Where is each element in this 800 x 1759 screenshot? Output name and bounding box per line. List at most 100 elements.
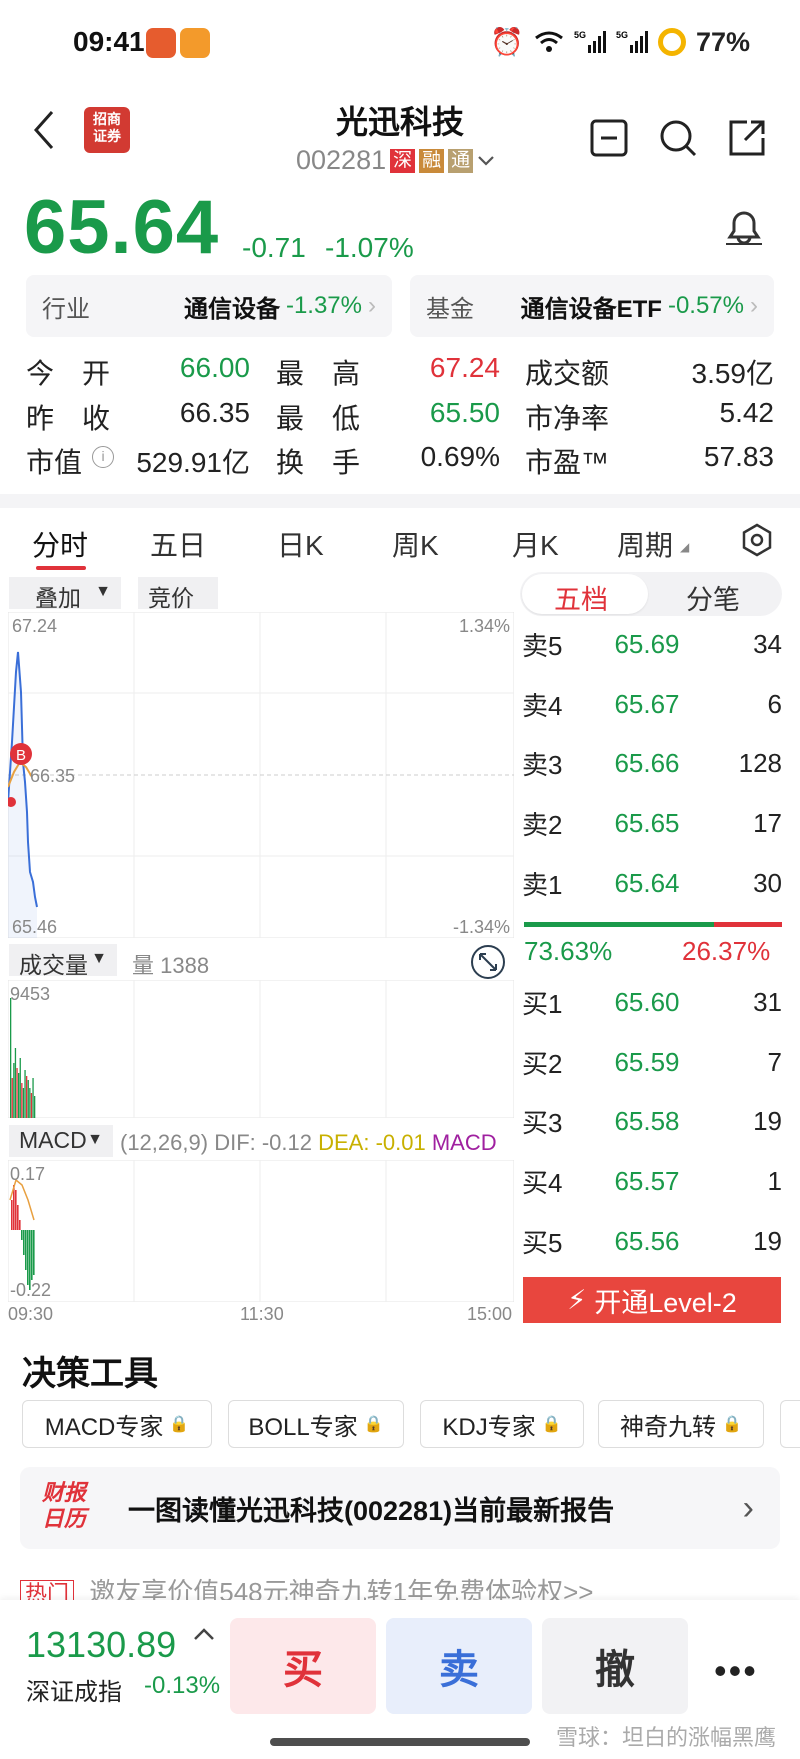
more-button[interactable]: ••• bbox=[714, 1650, 758, 1692]
macd-dea: DEA: -0.01 bbox=[318, 1130, 426, 1155]
cancel-button[interactable]: 撤 bbox=[542, 1618, 688, 1714]
caret-down-icon: ▼ bbox=[91, 950, 107, 967]
home-indicator[interactable] bbox=[270, 1738, 530, 1746]
level2-label: 开通Level-2 bbox=[594, 1287, 737, 1318]
stat-amount: 3.59亿 bbox=[691, 358, 775, 389]
tab-period[interactable]: 周期 bbox=[617, 524, 673, 564]
signal-icon: 5G bbox=[574, 29, 606, 55]
ask-label: 卖1 bbox=[522, 869, 563, 900]
volume-max: 9453 bbox=[10, 984, 50, 1004]
industry-pct: -1.37% bbox=[285, 292, 362, 319]
macd-chart[interactable]: 0.17 -0.22 bbox=[8, 1160, 514, 1302]
macd-bar bbox=[31, 1230, 33, 1280]
bid-qty: 19 bbox=[753, 1105, 782, 1136]
chevron-right-icon: › bbox=[742, 1488, 754, 1527]
bid-label: 买2 bbox=[522, 1048, 563, 1079]
volume-dropdown[interactable]: 成交量 ▼ bbox=[9, 944, 117, 978]
report-banner[interactable]: 财报日历 一图读懂光迅科技(002281)当前最新报告 › bbox=[20, 1467, 780, 1549]
chevron-right-icon: › bbox=[368, 292, 376, 319]
buy-button[interactable]: 买 bbox=[230, 1618, 376, 1714]
sell-button[interactable]: 卖 bbox=[386, 1618, 532, 1714]
tools-title: 决策工具 bbox=[22, 1355, 158, 1393]
ask-qty: 128 bbox=[738, 747, 782, 778]
ask-row: 卖1 65.64 30 bbox=[522, 863, 782, 903]
macd-bar bbox=[33, 1230, 35, 1275]
expand-button[interactable] bbox=[470, 944, 506, 980]
stat-high: 67.24 bbox=[429, 352, 500, 383]
macd-y-low: -0.22 bbox=[10, 1280, 51, 1300]
ask-qty: 34 bbox=[753, 628, 782, 659]
price-change-pct: -1.07% bbox=[325, 232, 414, 263]
y-right-tick-high: 1.34% bbox=[459, 616, 510, 636]
stat-label: 今 开 bbox=[26, 358, 111, 389]
tab-five-day[interactable]: 五日 bbox=[150, 524, 206, 564]
ask-qty: 30 bbox=[753, 867, 782, 898]
stat-pb: 5.42 bbox=[719, 397, 775, 428]
lock-icon: 🔒 bbox=[363, 1416, 384, 1433]
tab-five-levels[interactable]: 五档 bbox=[554, 578, 608, 617]
price-alert-button[interactable] bbox=[722, 205, 766, 249]
share-button[interactable] bbox=[727, 118, 767, 158]
index-name: 深证成指 bbox=[26, 1679, 122, 1706]
tab-monthly-k[interactable]: 月K bbox=[512, 524, 559, 564]
search-button[interactable] bbox=[658, 118, 698, 158]
info-icon[interactable]: i bbox=[92, 446, 114, 468]
tab-ticks[interactable]: 分笔 bbox=[686, 578, 740, 617]
stat-low: 65.50 bbox=[429, 397, 500, 428]
tool-boll-button[interactable]: BOLL专家 🔒 bbox=[228, 1400, 404, 1448]
macd-bar bbox=[23, 1230, 25, 1255]
price-change: -0.71 bbox=[242, 232, 306, 263]
app-icon-2 bbox=[180, 28, 210, 58]
ask-row: 卖4 65.67 6 bbox=[522, 684, 782, 724]
macd-dropdown[interactable]: MACD ▼ bbox=[9, 1125, 113, 1157]
lock-icon: 🔒 bbox=[169, 1416, 190, 1433]
macd-bar bbox=[21, 1230, 23, 1240]
overlay-dropdown[interactable]: 叠加 ▼ bbox=[9, 577, 121, 611]
ask-label: 卖3 bbox=[522, 749, 563, 780]
signal-icon-2: 5G bbox=[616, 29, 648, 55]
ask-row: 卖2 65.65 17 bbox=[522, 803, 782, 843]
tab-daily-k[interactable]: 日K bbox=[277, 524, 324, 564]
chevron-right-icon: › bbox=[750, 292, 758, 319]
volume-bar bbox=[19, 1058, 21, 1118]
volume-bar bbox=[30, 1093, 33, 1118]
bid-row: 买2 65.59 7 bbox=[522, 1042, 782, 1082]
chart-settings-button[interactable] bbox=[740, 523, 774, 557]
tool-nine-turn-button[interactable]: 神奇九转 🔒 bbox=[598, 1400, 764, 1448]
svg-text:5G: 5G bbox=[574, 30, 586, 40]
buy-ratio-fill bbox=[524, 922, 714, 927]
fund-label: 基金 bbox=[426, 295, 474, 323]
ask-price: 65.67 bbox=[614, 688, 680, 719]
bid-row: 买1 65.60 31 bbox=[522, 982, 782, 1022]
tool-kdj-button[interactable]: KDJ专家 🔒 bbox=[420, 1400, 584, 1448]
index-value[interactable]: 13130.89 bbox=[26, 1624, 176, 1666]
x-tick-open: 09:30 bbox=[8, 1304, 54, 1324]
industry-chip[interactable]: 行业 通信设备 -1.37% › bbox=[26, 275, 392, 337]
triangle-icon: ◢ bbox=[680, 540, 690, 554]
tab-weekly-k[interactable]: 周K bbox=[392, 524, 439, 564]
macd-dif: DIF: -0.12 bbox=[214, 1130, 312, 1155]
buy-marker-label: B bbox=[16, 747, 26, 764]
level2-button[interactable]: ⚡ 开通Level-2 bbox=[523, 1277, 781, 1323]
volume-chart[interactable]: 9453 bbox=[8, 980, 514, 1118]
app-icon-1 bbox=[146, 28, 176, 58]
stat-label: 最 低 bbox=[276, 403, 361, 434]
auction-toggle[interactable]: 竞价 bbox=[138, 577, 218, 611]
bid-price: 65.60 bbox=[614, 986, 680, 1017]
tab-active-indicator bbox=[36, 566, 86, 570]
stock-code-row[interactable]: 002281 深 融 通 bbox=[296, 145, 495, 176]
tool-more-button[interactable] bbox=[780, 1400, 800, 1448]
volume-bar bbox=[21, 1083, 23, 1118]
y-tick-low: 65.46 bbox=[12, 917, 57, 937]
tab-intraday[interactable]: 分时 bbox=[32, 524, 88, 564]
x-tick-noon: 11:30 bbox=[240, 1304, 284, 1324]
minus-box-button[interactable] bbox=[590, 119, 628, 157]
fund-chip[interactable]: 基金 通信设备ETF -0.57% › bbox=[410, 275, 774, 337]
chevron-up-icon[interactable] bbox=[192, 1626, 216, 1642]
wifi-icon bbox=[534, 30, 564, 54]
tool-macd-button[interactable]: MACD专家 🔒 bbox=[22, 1400, 212, 1448]
macd-params: (12,26,9) bbox=[120, 1130, 209, 1155]
macd-y-high: 0.17 bbox=[10, 1164, 45, 1184]
price-chart[interactable]: B 67.24 66.35 65.46 1.34% -1.34% bbox=[8, 612, 514, 938]
report-badge-text: 财报日历 bbox=[42, 1480, 87, 1531]
